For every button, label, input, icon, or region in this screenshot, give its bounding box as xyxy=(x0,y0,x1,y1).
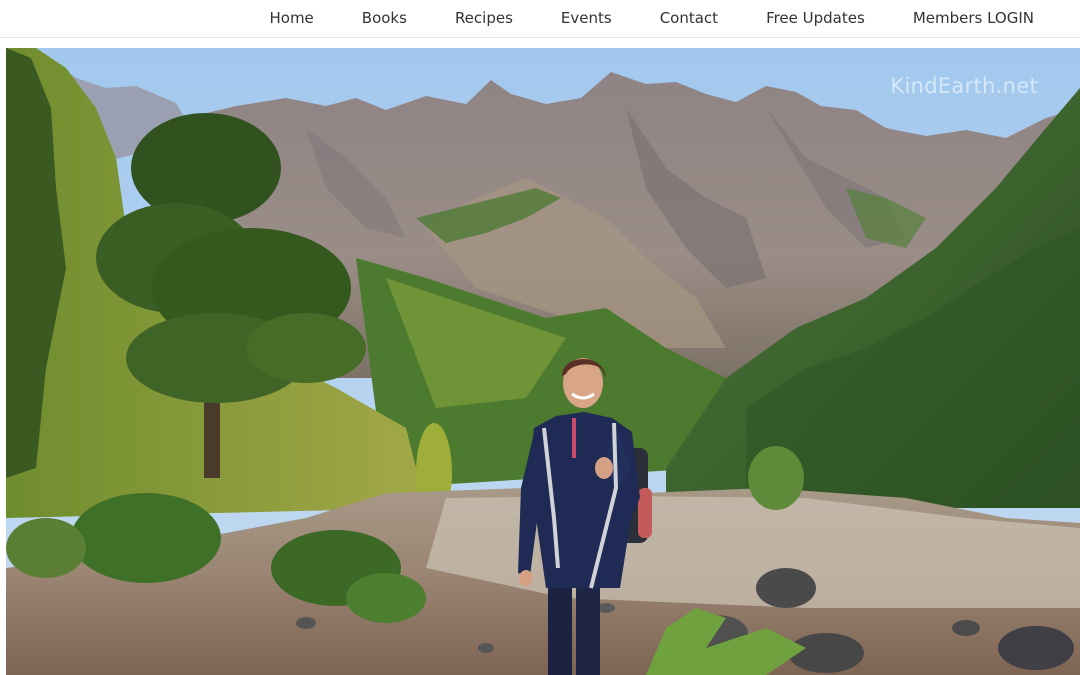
nav-link-books[interactable]: Books xyxy=(362,9,407,27)
nav-link-events[interactable]: Events xyxy=(561,9,612,27)
hero-landscape-photo xyxy=(6,48,1080,675)
main-nav: Home Books Recipes Events Contact Free U… xyxy=(269,0,1034,36)
nav-link-members-login[interactable]: Members LOGIN xyxy=(913,9,1034,27)
top-navigation-bar: Home Books Recipes Events Contact Free U… xyxy=(0,0,1080,38)
nav-link-contact[interactable]: Contact xyxy=(660,9,718,27)
nav-link-recipes[interactable]: Recipes xyxy=(455,9,513,27)
hero-image: KindEarth.net xyxy=(6,48,1080,675)
nav-link-free-updates[interactable]: Free Updates xyxy=(766,9,865,27)
watermark-text: KindEarth.net xyxy=(890,74,1038,98)
nav-link-home[interactable]: Home xyxy=(269,9,313,27)
